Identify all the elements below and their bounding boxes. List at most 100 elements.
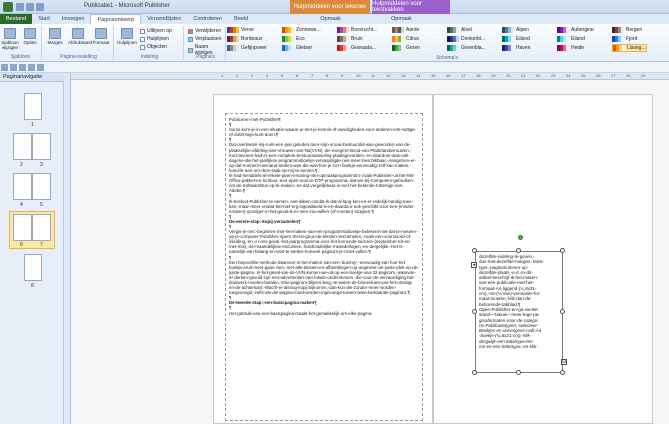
ruler-tick-label: 20 (506, 73, 511, 78)
color-scheme-label: Donkerbl... (461, 36, 486, 42)
tab-controleren[interactable]: Controleren (187, 14, 228, 24)
rotate-handle[interactable] (518, 235, 523, 240)
resize-handle-mr[interactable] (560, 309, 565, 314)
text-overflow-out-icon[interactable]: ⊟ (561, 359, 567, 365)
color-scheme-item[interactable]: Aubergine (557, 26, 594, 34)
redo-icon[interactable] (36, 3, 44, 11)
redo-small-icon[interactable] (19, 64, 26, 71)
print-small-icon[interactable] (28, 64, 35, 71)
color-scheme-item[interactable]: Zonnewe... (282, 26, 321, 34)
color-scheme-item[interactable]: Lisseg... (612, 44, 647, 52)
verwijderen-button[interactable]: Verwijderen (188, 28, 221, 34)
color-scheme-label: Alsel (461, 27, 472, 33)
verplaatsen-button[interactable]: Verplaatsen (188, 36, 221, 42)
color-swatch (337, 45, 349, 51)
color-scheme-item[interactable]: Donkerbl... (447, 35, 485, 43)
margins-icon (49, 28, 61, 39)
color-swatch (502, 27, 514, 33)
orientation-icon (72, 28, 84, 39)
hulplijnen-checkbox[interactable]: Hulplijnen (140, 36, 169, 42)
group-label-schemas: Schema's (436, 55, 458, 61)
format-toolbar (0, 62, 669, 73)
page-navigation-panel: Paginanavigatie 1 2 3 4 5 6 7 8 (0, 73, 64, 424)
color-scheme-item[interactable]: Aarde (392, 26, 419, 34)
undo-small-icon[interactable] (10, 64, 17, 71)
tab-opmaak-tekstvakken[interactable]: Opmaak (385, 14, 418, 24)
color-scheme-label: Gefijnpoeer (241, 45, 267, 51)
tab-verzendlijsten[interactable]: Verzendlijsten (141, 14, 187, 24)
color-scheme-label: Bosvrucht... (351, 27, 378, 33)
text-frame-right-selected[interactable]: dezelfde-indeling-te-geven,- dus-met-deze… (475, 251, 563, 373)
page-thumbnail-3[interactable] (32, 133, 51, 160)
resize-handle-bc[interactable] (516, 370, 521, 375)
color-swatch (282, 45, 294, 51)
page-thumbnail-8[interactable] (24, 254, 42, 281)
marges-button[interactable]: Marges (46, 28, 64, 45)
ruler-tick-label: 25 (581, 73, 586, 78)
color-scheme-item[interactable]: Groen (392, 44, 420, 52)
customize-icon[interactable] (37, 64, 44, 71)
ruler-tick-label: 18 (476, 73, 481, 78)
resize-handle-ml[interactable] (472, 309, 477, 314)
horizontal-ruler[interactable]: 1 2 3 4 5 6 7 8 9 10 11 12 13 14 15 16 17 18 19 20 21 22 23 24 2… (71, 73, 669, 80)
page-thumbnail-2[interactable] (13, 133, 32, 160)
color-scheme-item[interactable]: Heide (557, 44, 584, 52)
color-scheme-item[interactable]: Alsel (447, 26, 472, 34)
afdrukstand-button[interactable]: Afdrukstand (68, 28, 92, 45)
color-scheme-item[interactable]: Alpen (502, 26, 529, 34)
color-scheme-item[interactable]: Bergen (612, 26, 642, 34)
color-swatch (613, 45, 625, 51)
page-number-2: 2 (20, 162, 23, 168)
ruler-tick-label: 12 (386, 73, 391, 78)
color-scheme-item[interactable]: Eco (282, 35, 305, 43)
page-thumbnail-5[interactable] (32, 173, 51, 200)
color-scheme-item[interactable]: Eiland (502, 35, 530, 43)
save-small-icon[interactable] (1, 64, 8, 71)
page-right[interactable]: dezelfde-indeling-te-geven,- dus-met-deze… (433, 94, 653, 424)
undo-icon[interactable] (26, 3, 34, 11)
color-scheme-item[interactable]: Bordeaux (227, 35, 262, 43)
resize-handle-tl[interactable] (472, 248, 477, 253)
tab-opmaak-tekenen[interactable]: Opmaak (314, 14, 347, 24)
color-scheme-item[interactable]: Gletser (282, 44, 312, 52)
color-scheme-item[interactable]: Fjord (612, 35, 637, 43)
tab-start[interactable]: Start (32, 14, 56, 24)
tab-beeld[interactable]: Beeld (228, 14, 254, 24)
hulplijnen-button[interactable]: Hulplijnen (117, 28, 137, 45)
page-thumbnail-6[interactable] (13, 214, 32, 241)
save-icon[interactable] (16, 3, 24, 11)
color-swatch (447, 45, 459, 51)
page-left[interactable]: Publiceren-met-Publisher¶ ¶ Soms-kom-je-in… (213, 94, 433, 424)
color-scheme-item[interactable]: Gefijnpoeer (227, 44, 267, 52)
tab-invoegen[interactable]: Invoegen (56, 14, 91, 24)
color-scheme-item[interactable]: Groenbla... (447, 44, 486, 52)
color-scheme-item[interactable]: Bosvrucht... (337, 26, 377, 34)
color-scheme-label: Eiland (571, 36, 585, 42)
text-overflow-in-icon[interactable]: ◂ (471, 262, 477, 268)
vertical-ruler[interactable] (64, 73, 71, 424)
resize-handle-bl[interactable] (472, 370, 477, 375)
color-scheme-label: Eiland (516, 36, 530, 42)
resize-handle-tr[interactable] (560, 248, 565, 253)
page-thumbnail-7[interactable] (32, 214, 51, 241)
page-thumbnail-1[interactable] (24, 93, 42, 120)
color-scheme-item[interactable]: Granaatа... (337, 44, 376, 52)
color-scheme-item[interactable]: Haven (502, 44, 530, 52)
color-scheme-item[interactable]: Verve (227, 26, 254, 34)
color-scheme-item[interactable]: Eiland (557, 35, 585, 43)
move-icon (188, 36, 193, 42)
publisher-app-icon[interactable] (3, 2, 13, 12)
page-thumbnail-4[interactable] (13, 173, 32, 200)
objecten-checkbox[interactable]: Objecten (140, 44, 167, 50)
color-scheme-item[interactable]: Citrus (392, 35, 419, 43)
tab-bestand[interactable]: Bestand (0, 14, 33, 24)
color-scheme-item[interactable]: Bruin (337, 35, 363, 43)
opties-button[interactable]: Opties (21, 28, 39, 45)
uitlijnen-op-checkbox[interactable]: Uitlijnen op (140, 28, 172, 34)
resize-handle-tc[interactable] (516, 248, 521, 253)
text-frame-left[interactable]: Publiceren-met-Publisher¶ ¶ Soms-kom-je-in… (225, 113, 423, 421)
resize-handle-br[interactable] (560, 370, 565, 375)
formaat-button[interactable]: Formaat (92, 28, 110, 45)
tab-paginaontwerp[interactable]: Paginaontwerp (90, 14, 142, 24)
sjabloon-wijzigen-button[interactable]: Sjabloon wijzigen (1, 28, 19, 50)
